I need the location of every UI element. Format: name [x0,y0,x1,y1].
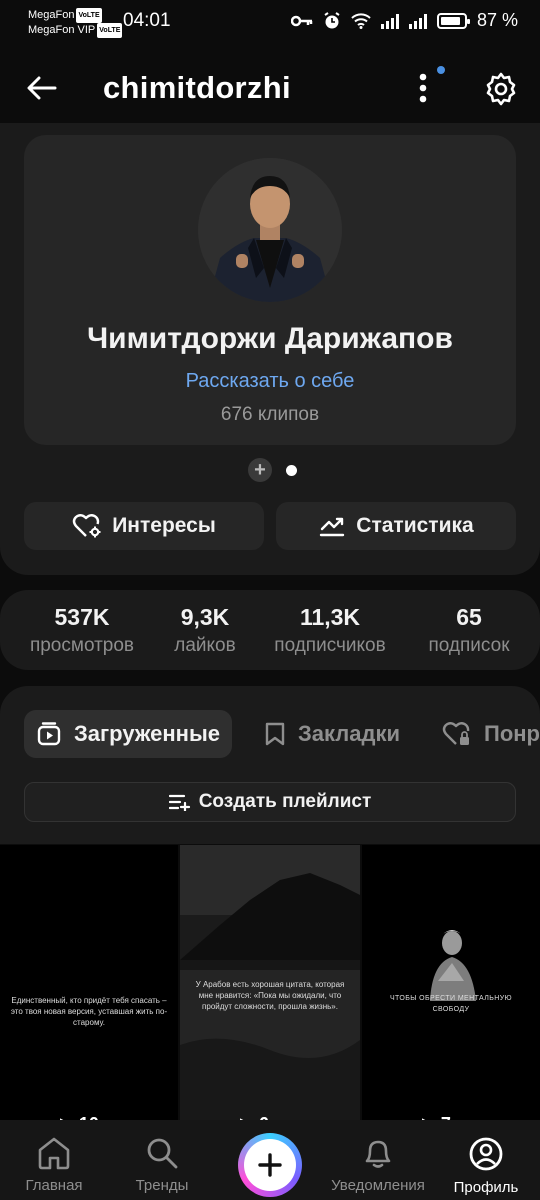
volte-badge: VoLTE [76,8,102,23]
system-icons: 87 % [290,10,518,31]
search-icon [147,1138,178,1169]
battery-percent: 87 % [476,10,518,30]
statistics-label: Статистика [356,514,474,537]
stats-bar: 537K просмотров 9,3K лайков 11,3K подпис… [0,590,540,670]
tab-label: Загруженные [74,721,220,746]
tab-label: Закладки [298,721,401,746]
tab-liked[interactable]: Понравившиеся [442,710,540,758]
nav-label: Профиль [453,1179,519,1196]
playlist-add-icon [168,794,190,811]
pager-dot-active [286,464,297,476]
stat-value: 537K [54,604,110,630]
tab-uploaded[interactable]: Загруженные [24,710,232,758]
alarm-icon [324,11,340,28]
avatar[interactable] [198,158,342,302]
back-button[interactable] [22,70,62,106]
carrier-info: MegaFon VoLTE MegaFon VIP VoLTE [28,8,123,38]
clip-tile[interactable]: ЧТОБЫ ОБРЕСТИ МЕНТАЛЬНУЮ СВОБОДУ ▷ 7 [362,845,540,1125]
battery-icon [436,12,470,29]
create-clip-button[interactable] [238,1133,302,1197]
stat-label: лайков [174,635,236,656]
clip-tile[interactable]: Единственный, кто придёт тебя спасать – … [0,845,178,1125]
statue-image [430,930,476,1001]
profile-name: Чимитдоржи Дарижапов [87,322,453,355]
tab-label: Понравившиеся [484,721,540,746]
create-playlist-button[interactable]: Создать плейлист [24,782,516,822]
avatar-photo [198,158,342,302]
stat-label: подписок [428,635,510,656]
signal-2-icon [408,13,427,29]
content-tabs-section: Загруженные Закладки Понравившиеся Созда… [0,686,540,844]
wifi-icon [351,12,371,29]
stat-followers[interactable]: 11,3K подписчиков [262,604,398,657]
nav-label: Главная [25,1177,83,1194]
bookmark-icon [265,722,285,746]
clip-caption: Единственный, кто придёт тебя спасать – … [10,996,168,1027]
clock: 04:01 [123,10,171,31]
nav-notifications[interactable]: Уведомления [324,1136,432,1194]
stat-following[interactable]: 65 подписок [418,604,520,657]
signal-1-icon [380,13,399,29]
nav-profile[interactable]: Профиль [432,1136,540,1196]
clip-caption: ЧТОБЫ ОБРЕСТИ МЕНТАЛЬНУЮ СВОБОДУ [389,995,513,1013]
nav-label: Уведомления [331,1177,425,1194]
battery-fill [440,16,461,25]
nav-home[interactable]: Главная [0,1136,108,1194]
stat-label: подписчиков [274,635,386,656]
chart-trend-icon [320,517,345,537]
stat-likes[interactable]: 9,3K лайков [160,604,250,657]
page-title: chimitdorzhi [103,70,291,105]
settings-button[interactable] [480,68,522,110]
status-bar: MegaFon VoLTE MegaFon VIP VoLTE 04:01 87 % [0,0,540,48]
home-icon [38,1137,70,1170]
more-button[interactable] [408,70,438,106]
clip-caption: У Арабов есть хорошая цитата, которая мн… [195,980,345,1011]
video-icon [37,722,61,746]
plus-icon [258,1153,282,1177]
arrow-left-icon [27,76,57,100]
create-clip-inner [244,1139,296,1191]
heart-lock-icon [442,722,470,745]
nav-label: Тренды [135,1177,189,1194]
profile-icon [469,1137,503,1171]
vertical-dots-icon [419,73,427,103]
key-icon [290,15,313,26]
stat-value: 9,3K [180,604,230,630]
gear-icon [486,72,516,106]
bell-icon [365,1140,391,1168]
clips-grid: Единственный, кто придёт тебя спасать – … [0,845,540,1125]
create-playlist-label: Создать плейлист [198,791,372,812]
pager: + [248,458,297,482]
add-page-button[interactable]: + [248,458,272,482]
nav-trends[interactable]: Тренды [108,1136,216,1194]
clip-tile[interactable]: У Арабов есть хорошая цитата, которая мн… [180,845,360,1125]
volte-badge: VoLTE [97,23,123,38]
interests-button[interactable]: Интересы [24,502,264,550]
about-link[interactable]: Рассказать о себе [0,370,540,393]
stat-value: 11,3K [299,604,361,630]
statistics-button[interactable]: Статистика [276,502,516,550]
heart-gear-icon [73,514,101,538]
stat-value: 65 [456,604,482,630]
carrier-2: MegaFon VIP [28,24,96,36]
stat-views[interactable]: 537K просмотров [20,604,144,657]
header: chimitdorzhi [0,60,540,116]
interests-label: Интересы [112,514,216,537]
stat-label: просмотров [29,635,135,656]
notification-dot [437,66,445,74]
tab-bookmarks[interactable]: Закладки [264,710,400,758]
clips-count: 676 клипов [220,404,320,425]
carrier-1: MegaFon [28,9,75,21]
